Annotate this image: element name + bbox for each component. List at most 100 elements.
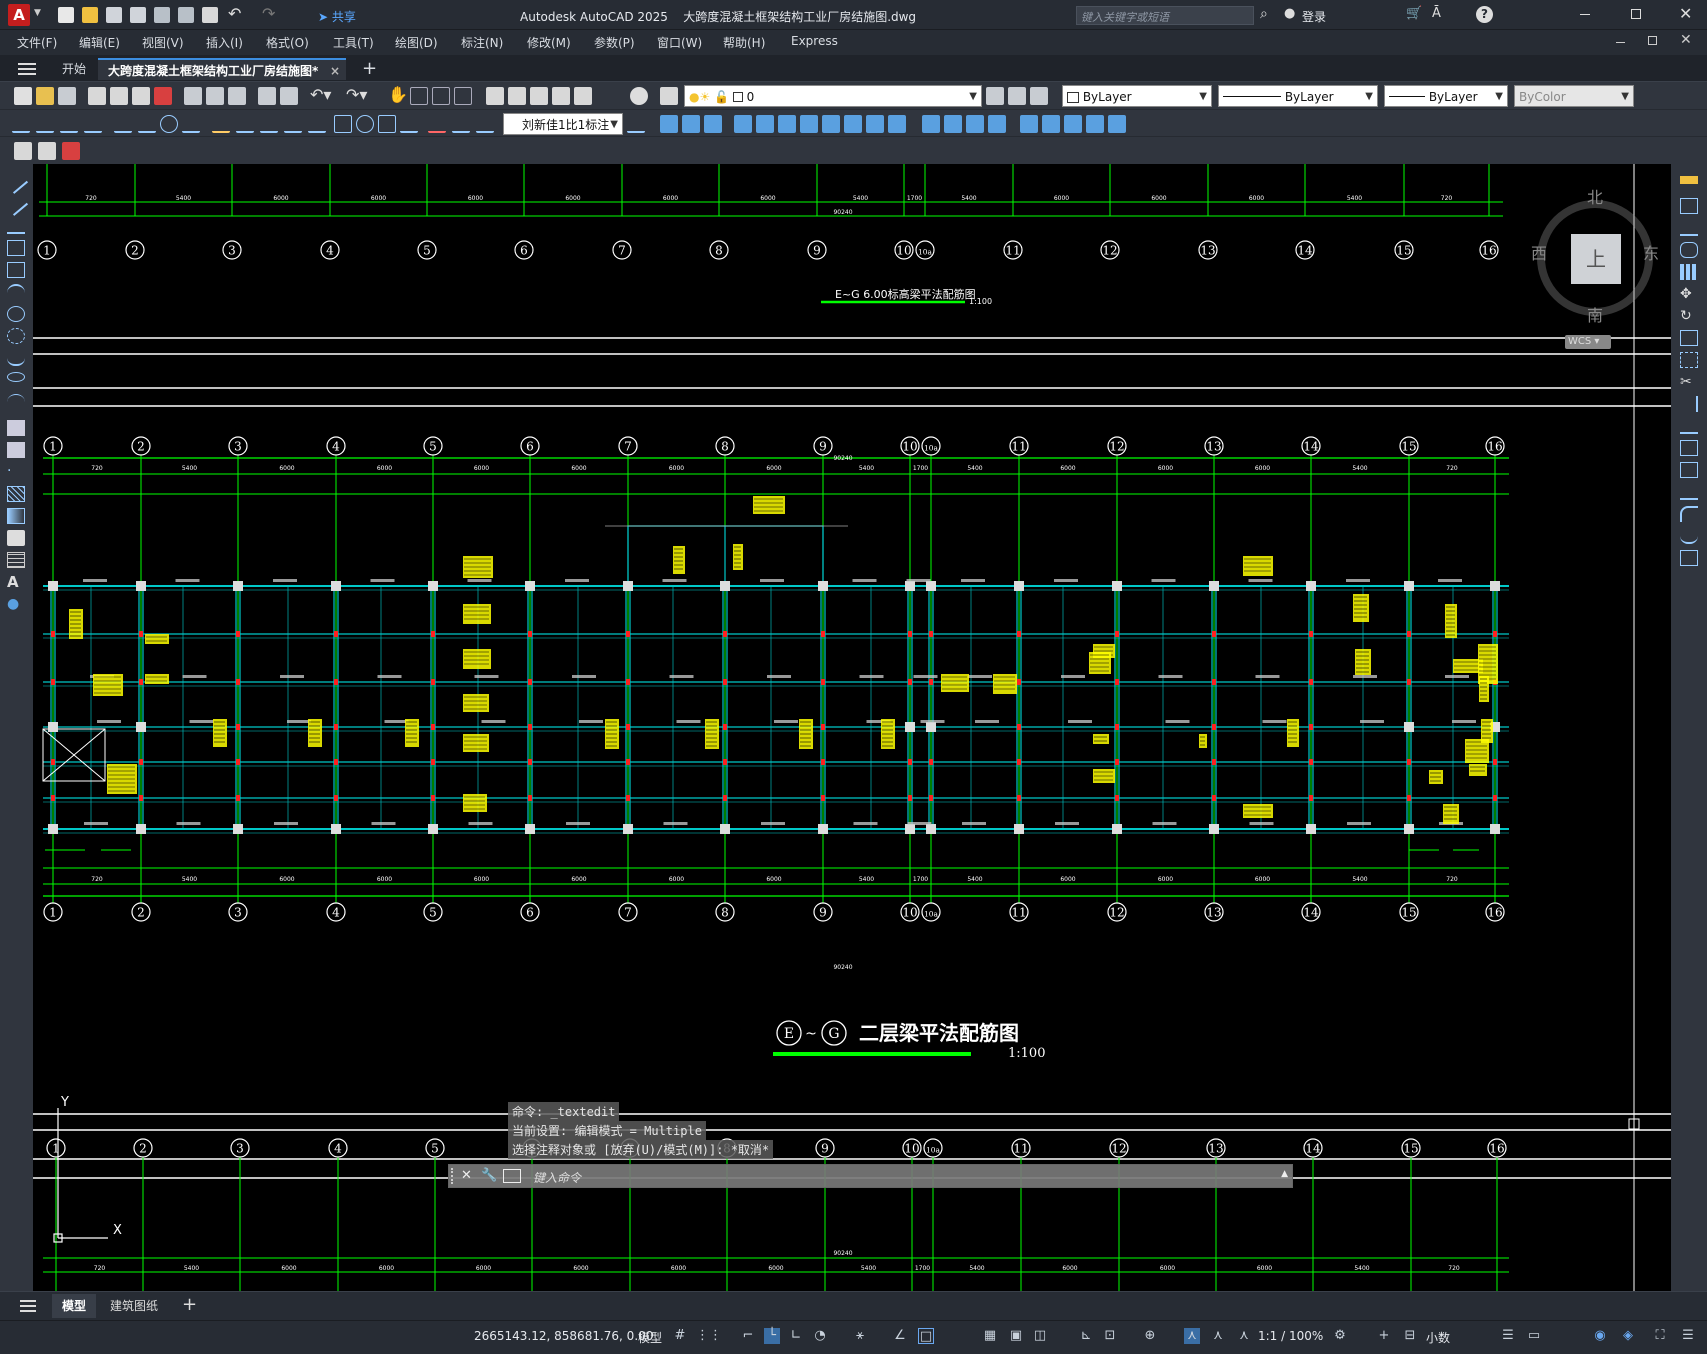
- menu-insert[interactable]: 插入(I): [206, 34, 243, 51]
- angle-icon[interactable]: ∠: [892, 1328, 908, 1344]
- 3d-osnap-icon[interactable]: ◫: [1032, 1328, 1048, 1344]
- continue-dim-icon[interactable]: [260, 115, 278, 133]
- dimstyle-dropdown[interactable]: 刘新佳1比1标注 ▼: [503, 113, 623, 135]
- block-attribute-icon[interactable]: [38, 142, 56, 160]
- fillet-edge-icon[interactable]: [944, 115, 962, 133]
- offset-icon[interactable]: [1680, 242, 1698, 258]
- copy-object-icon[interactable]: [1680, 198, 1698, 214]
- transparency-icon[interactable]: ▦: [982, 1328, 998, 1344]
- convert-solid-icon[interactable]: [1086, 115, 1104, 133]
- table-icon[interactable]: [7, 552, 25, 568]
- gradient-icon[interactable]: [7, 508, 25, 524]
- gizmo-icon[interactable]: ⊕: [1142, 1328, 1158, 1344]
- zoom-previous-icon[interactable]: [454, 87, 472, 105]
- autodesk-a-icon[interactable]: Ā: [1432, 6, 1441, 21]
- trim-icon[interactable]: ✂: [1680, 374, 1698, 390]
- close-command-icon[interactable]: ✕: [461, 1168, 472, 1183]
- menu-window[interactable]: 窗口(W): [657, 34, 702, 51]
- cart-icon[interactable]: 🛒: [1406, 6, 1422, 21]
- sheetset-icon[interactable]: [552, 87, 570, 105]
- hatch-icon[interactable]: [7, 486, 25, 502]
- union-icon[interactable]: [800, 115, 818, 133]
- search-icon[interactable]: ⌕: [1260, 6, 1268, 22]
- snap-icon[interactable]: ⋮⋮: [696, 1328, 722, 1344]
- annotation-scale-icon[interactable]: ⋏: [1236, 1328, 1252, 1344]
- search-input[interactable]: 键入关键字或短语: [1081, 9, 1169, 25]
- paste-icon[interactable]: [228, 87, 246, 105]
- menu-express[interactable]: Express: [791, 34, 838, 48]
- open-web-icon[interactable]: [154, 7, 170, 23]
- revolve-icon[interactable]: [756, 115, 774, 133]
- annotation-visibility-icon[interactable]: ⋏: [1184, 1328, 1200, 1344]
- region-icon[interactable]: [7, 530, 25, 546]
- layer-dropdown[interactable]: ●☀ 🔓 0 ▼: [684, 85, 982, 107]
- wcs-menu[interactable]: WCS ▾: [1565, 335, 1611, 349]
- close-window-button[interactable]: ✕: [1679, 4, 1692, 23]
- object-snap-icon[interactable]: □: [918, 1328, 934, 1344]
- thicken-icon[interactable]: [1064, 115, 1082, 133]
- undo-icon[interactable]: ↶▾: [310, 85, 331, 104]
- diameter-dim-icon[interactable]: [160, 115, 178, 133]
- doc-restore-button[interactable]: [1648, 36, 1657, 45]
- units-icon[interactable]: ⊟: [1402, 1328, 1418, 1344]
- dim-space-icon[interactable]: [284, 115, 302, 133]
- recent-commands-icon[interactable]: [503, 1169, 521, 1183]
- dim-break-icon[interactable]: [308, 115, 326, 133]
- pdf-icon[interactable]: [154, 87, 172, 105]
- menu-view[interactable]: 视图(V): [142, 34, 184, 51]
- blockeditor-icon[interactable]: [280, 87, 298, 105]
- open-icon[interactable]: [36, 87, 54, 105]
- app-logo[interactable]: A: [8, 4, 30, 26]
- lock-ui-icon[interactable]: ▭: [1526, 1328, 1542, 1344]
- fillet-icon[interactable]: [1680, 506, 1698, 522]
- zoom-realtime-icon[interactable]: [410, 87, 428, 105]
- blend-icon[interactable]: [1680, 528, 1698, 544]
- menu-tools[interactable]: 工具(T): [333, 34, 374, 51]
- spline-icon[interactable]: [7, 350, 25, 366]
- chamfer-icon[interactable]: [1680, 484, 1698, 500]
- circle-icon[interactable]: [7, 306, 25, 322]
- block-write-icon[interactable]: [62, 142, 80, 160]
- model-space-toggle[interactable]: 模型: [638, 1329, 662, 1346]
- zoom-window-icon[interactable]: [432, 87, 450, 105]
- tab-close-icon[interactable]: ×: [330, 60, 340, 82]
- command-input[interactable]: 键入命令: [533, 1169, 581, 1186]
- block-insert-icon[interactable]: [14, 142, 32, 160]
- arc-dim-icon[interactable]: [60, 115, 78, 133]
- ortho-icon[interactable]: └: [764, 1328, 780, 1344]
- lineweight-dropdown[interactable]: ByLayer ▼: [1384, 85, 1508, 107]
- plot-icon[interactable]: [202, 7, 218, 23]
- menu-dimension[interactable]: 标注(N): [461, 34, 503, 51]
- polar-tracking-icon[interactable]: ◔: [812, 1328, 828, 1344]
- save-icon[interactable]: [106, 7, 122, 23]
- polygon-icon[interactable]: [7, 240, 25, 256]
- imprint-icon[interactable]: [1020, 115, 1038, 133]
- annotation-monitor-icon[interactable]: +: [1376, 1328, 1392, 1344]
- login-button[interactable]: 登录: [1302, 8, 1326, 25]
- layer-properties-icon[interactable]: [660, 87, 678, 105]
- save-as-icon[interactable]: [130, 7, 146, 23]
- doc-close-button[interactable]: ✕: [1680, 32, 1692, 48]
- undo-icon[interactable]: ↶: [228, 4, 241, 23]
- make-block-icon[interactable]: [7, 442, 25, 458]
- rectangle-icon[interactable]: [7, 262, 25, 278]
- publish-icon[interactable]: [132, 87, 150, 105]
- add-layout-button[interactable]: +: [182, 1294, 197, 1315]
- object-snap-tracking-icon[interactable]: ⚹: [852, 1328, 868, 1344]
- quick-properties-icon[interactable]: ☰: [1500, 1328, 1516, 1344]
- isolate-objects-icon[interactable]: ◉: [1592, 1328, 1608, 1344]
- selection-cycling-icon[interactable]: ▣: [1008, 1328, 1024, 1344]
- join-icon[interactable]: [1680, 462, 1698, 478]
- break-icon[interactable]: [1680, 440, 1698, 456]
- plotstyle-dropdown[interactable]: ByColor ▼: [1514, 85, 1634, 107]
- dim-edit-icon[interactable]: [428, 115, 446, 133]
- model-space-canvas[interactable]: 720 5400 6000 6000 6000 6000 6000 6000 5400 1700 5…: [33, 164, 1671, 1291]
- menu-file[interactable]: 文件(F): [17, 34, 57, 51]
- properties-icon[interactable]: [486, 87, 504, 105]
- shell-icon[interactable]: [988, 115, 1006, 133]
- maximize-button[interactable]: [1631, 9, 1641, 19]
- subtract-icon[interactable]: [822, 115, 840, 133]
- new-tab-button[interactable]: +: [352, 58, 387, 80]
- mtext-icon[interactable]: A: [7, 574, 25, 590]
- dimstyle-manager-icon[interactable]: [627, 115, 645, 133]
